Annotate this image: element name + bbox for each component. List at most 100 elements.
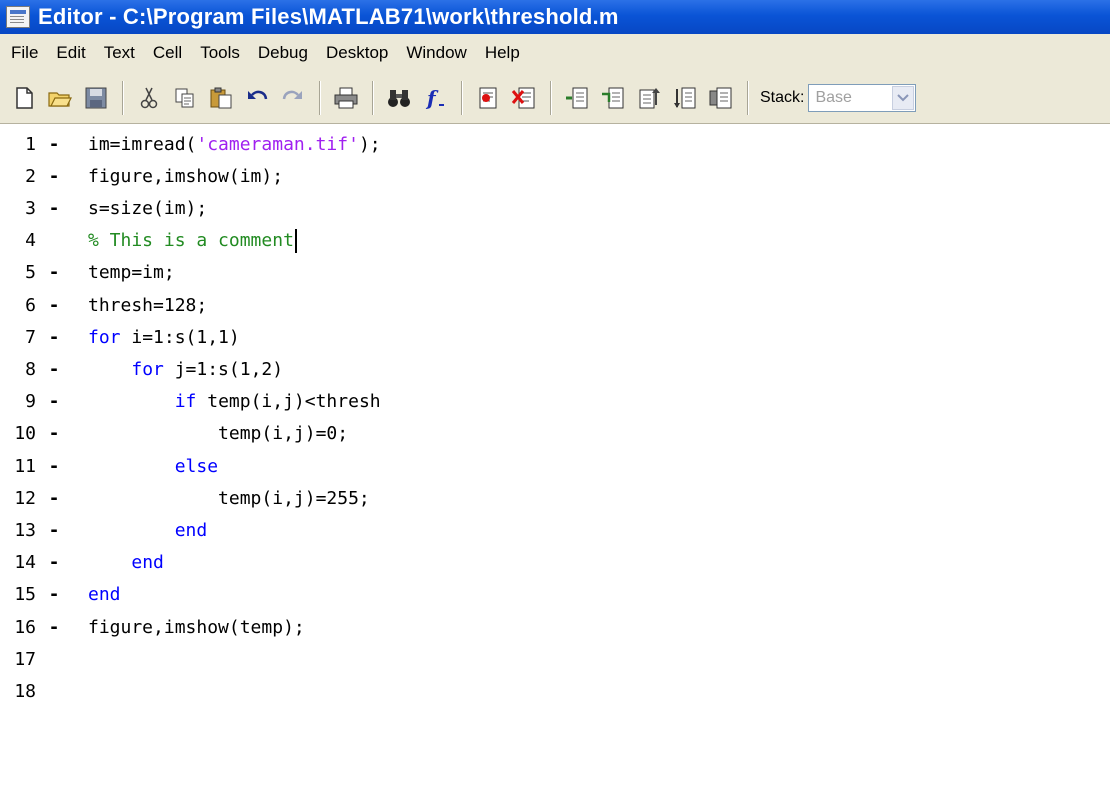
breakpoint-marker[interactable]: - — [36, 262, 72, 283]
code-line[interactable]: 6- thresh=128; — [0, 289, 1110, 321]
line-number: 4 — [25, 230, 36, 252]
breakpoint-marker[interactable]: - — [36, 166, 72, 187]
code-line[interactable]: 1- im=imread('cameraman.tif'); — [0, 128, 1110, 160]
print-button[interactable] — [331, 83, 361, 113]
function-button[interactable]: f — [420, 83, 450, 113]
menu-edit[interactable]: Edit — [47, 39, 94, 67]
cut-button[interactable] — [134, 83, 164, 113]
code-line[interactable]: 14- end — [0, 547, 1110, 579]
step-button[interactable] — [562, 83, 592, 113]
breakpoint-marker[interactable]: - — [36, 488, 72, 509]
undo-icon — [248, 90, 268, 99]
code-line[interactable]: 15- end — [0, 579, 1110, 611]
code-line[interactable]: 11- else — [0, 450, 1110, 482]
clear-breakpoints-button[interactable] — [509, 83, 539, 113]
code-line[interactable]: 12- temp(i,j)=255; — [0, 482, 1110, 514]
chevron-down-icon[interactable] — [892, 85, 915, 110]
code-text: figure,imshow(im); — [88, 166, 283, 187]
breakpoint-marker[interactable]: - — [36, 456, 72, 477]
line-number: 15 — [14, 584, 36, 606]
breakpoint-marker[interactable]: - — [36, 327, 72, 348]
menu-tools[interactable]: Tools — [191, 39, 249, 67]
menu-debug[interactable]: Debug — [249, 39, 317, 67]
code-string: 'cameraman.tif' — [196, 133, 359, 155]
breakpoint-marker[interactable]: - — [36, 552, 72, 573]
code-line[interactable]: 7- for i=1:s(1,1) — [0, 321, 1110, 353]
code-line[interactable]: 17 — [0, 643, 1110, 675]
breakpoint-marker[interactable]: - — [36, 391, 72, 412]
code-line[interactable]: 13- end — [0, 514, 1110, 546]
line-number: 17 — [14, 648, 36, 670]
step-out-button[interactable] — [634, 83, 664, 113]
menu-window[interactable]: Window — [397, 39, 475, 67]
line-number: 5 — [25, 262, 36, 284]
editor-app-icon[interactable] — [6, 6, 30, 28]
step-in-button[interactable] — [598, 83, 628, 113]
stack-dropdown[interactable]: Base — [808, 83, 917, 112]
line-number: 12 — [14, 487, 36, 509]
code-token: temp(i,j)=0; — [218, 423, 349, 445]
breakpoint-marker[interactable]: - — [36, 198, 72, 219]
menu-text[interactable]: Text — [95, 39, 144, 67]
code-token: i=1:s(1,1) — [120, 326, 240, 348]
copy-button[interactable] — [170, 83, 200, 113]
code-token: temp(i,j)<thresh — [196, 391, 381, 413]
redo-button[interactable] — [278, 83, 308, 113]
breakpoint-marker[interactable]: - — [36, 295, 72, 316]
code-line[interactable]: 16- figure,imshow(temp); — [0, 611, 1110, 643]
code-line[interactable]: 5- temp=im; — [0, 257, 1110, 289]
binoculars-icon — [388, 89, 410, 107]
paste-button[interactable] — [206, 83, 236, 113]
svg-text:f: f — [425, 86, 439, 110]
code-keyword: end — [174, 519, 208, 541]
code-line[interactable]: 10- temp(i,j)=0; — [0, 418, 1110, 450]
set-breakpoint-button[interactable] — [473, 83, 503, 113]
menu-file[interactable]: File — [2, 39, 47, 67]
code-keyword: for — [88, 326, 121, 348]
code-line[interactable]: 2- figure,imshow(im); — [0, 160, 1110, 192]
breakpoint-marker[interactable]: - — [36, 520, 72, 541]
code-text: end — [88, 552, 164, 573]
breakpoint-marker[interactable]: - — [36, 617, 72, 638]
code-token: thresh=128; — [88, 294, 208, 316]
code-line[interactable]: 8- for j=1:s(1,2) — [0, 353, 1110, 385]
code-line[interactable]: 9- if temp(i,j)<thresh — [0, 386, 1110, 418]
code-keyword: end — [88, 584, 121, 606]
save-button[interactable] — [81, 83, 111, 113]
line-number: 18 — [14, 680, 36, 702]
undo-button[interactable] — [242, 83, 272, 113]
menu-bar: File Edit Text Cell Tools Debug Desktop … — [0, 34, 1110, 72]
find-button[interactable] — [384, 83, 414, 113]
breakpoint-marker[interactable]: - — [36, 134, 72, 155]
title-bar[interactable]: Editor - C:\Program Files\MATLAB71\work\… — [0, 0, 1110, 34]
breakpoint-marker[interactable]: - — [36, 423, 72, 444]
code-text: else — [88, 456, 218, 477]
code-line[interactable]: 4 % This is a comment — [0, 225, 1110, 257]
menu-desktop[interactable]: Desktop — [317, 39, 397, 67]
editor-window: Editor - C:\Program Files\MATLAB71\work\… — [0, 0, 1110, 799]
open-button[interactable] — [45, 83, 75, 113]
code-text: figure,imshow(temp); — [88, 617, 305, 638]
breakpoint-marker[interactable]: - — [36, 359, 72, 380]
code-token: temp(i,j)=255; — [218, 487, 370, 509]
scissors-icon — [140, 87, 158, 108]
menu-help[interactable]: Help — [476, 39, 529, 67]
code-editor[interactable]: 1- im=imread('cameraman.tif'); 2- figure,im… — [0, 124, 1110, 799]
continue-button[interactable] — [670, 83, 700, 113]
code-line[interactable]: 3- s=size(im); — [0, 192, 1110, 224]
code-line[interactable]: 18 — [0, 675, 1110, 707]
breakpoint-icon — [479, 87, 497, 108]
menu-cell[interactable]: Cell — [144, 39, 191, 67]
breakpoint-marker[interactable]: - — [36, 584, 72, 605]
exit-debug-button[interactable] — [706, 83, 736, 113]
new-file-button[interactable] — [9, 83, 39, 113]
line-number: 1 — [25, 133, 36, 155]
code-keyword: if — [174, 391, 197, 413]
code-token: figure,imshow(im); — [88, 165, 284, 187]
line-number: 10 — [14, 423, 36, 445]
code-keyword: end — [131, 552, 164, 574]
